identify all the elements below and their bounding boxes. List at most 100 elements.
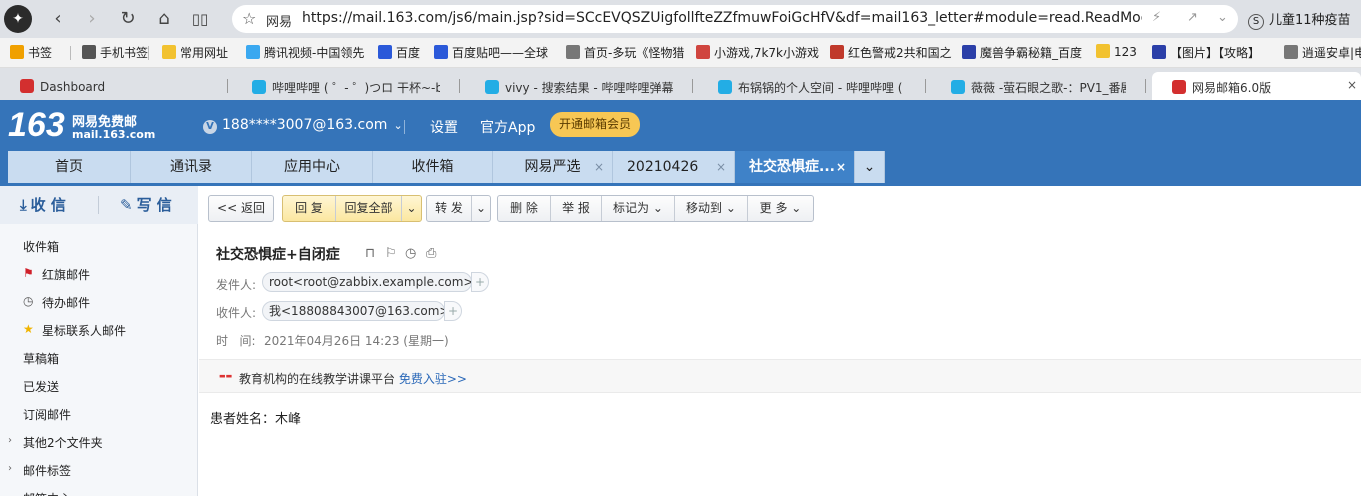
mail-tab-label: 应用中心 (284, 159, 340, 175)
expand-arrow-icon[interactable]: › (8, 463, 12, 474)
mail-tab[interactable]: 20210426 × (613, 151, 735, 184)
tab-favicon-icon (20, 79, 34, 93)
reply-dropdown-icon[interactable]: ⌄ (402, 196, 421, 221)
more-button[interactable]: 更 多 ⌄ (748, 196, 813, 221)
reply-all-button[interactable]: 回复全部 (336, 196, 401, 221)
mail-tab[interactable]: 收件箱 (373, 151, 493, 184)
mark-as-button[interactable]: 标记为 ⌄ (602, 196, 674, 221)
browser-tab[interactable]: 哔哩哔哩 ( ゜- ゜)つロ 干杯~-bilib (232, 72, 460, 100)
print-icon[interactable]: ⎙ (426, 246, 436, 261)
sidebar-item-label: 邮件标签 (23, 464, 72, 478)
add-recipient-icon[interactable]: + (444, 301, 462, 321)
browser-tab[interactable]: 网易邮箱6.0版 × (1152, 72, 1361, 100)
browser-tab[interactable]: 薇薇 -萤石眼之歌-：PV1_番剧_bil (931, 72, 1146, 100)
more-tabs-icon[interactable]: ⌄ (855, 151, 885, 184)
sender-chip[interactable]: root<root@zabbix.example.com> (262, 272, 473, 292)
ad-logo-icon: ▬▬ (219, 372, 233, 380)
add-sender-icon[interactable]: + (471, 272, 489, 292)
forward-button[interactable]: 转 发 (427, 196, 471, 221)
bookmark-item[interactable]: 腾讯视频-中国领先 (246, 44, 364, 61)
bookmark-item[interactable]: 魔兽争霸秘籍_百度 (962, 44, 1082, 61)
tab-favicon-icon (485, 80, 499, 94)
receive-button[interactable]: ⤓ 收 信 (20, 194, 66, 215)
mail-tab[interactable]: 应用中心 (252, 151, 373, 184)
ad-link[interactable]: 免费入驻>> (399, 372, 467, 386)
sidebar-item[interactable]: 已发送 (23, 378, 59, 395)
tab-label: 薇薇 -萤石眼之歌-：PV1_番剧_bil (971, 81, 1126, 95)
bookmark-item[interactable]: 百度贴吧——全球 (434, 44, 548, 61)
close-tab-icon[interactable]: × (836, 151, 846, 184)
compose-button[interactable]: ✎ 写 信 (120, 194, 172, 215)
browser-tab[interactable]: 布锅锅的个人空间 - 哔哩哔哩 ( ゜ (698, 72, 926, 100)
bookmark-item[interactable]: 常用网址 (162, 44, 228, 61)
tab-favicon-icon (1172, 80, 1186, 94)
bookmark-item[interactable]: 小游戏,7k7k小游戏 (696, 44, 819, 61)
search-shortcut-text: 儿童11种疫苗 (1269, 13, 1351, 28)
sidebar-item[interactable]: ⚑ 红旗邮件 (23, 266, 90, 283)
reader-icon[interactable]: ▯▯ (188, 7, 212, 31)
search-shortcut[interactable]: S 儿童11种疫苗 (1248, 9, 1351, 30)
settings-link[interactable]: 设置 (430, 117, 458, 137)
delete-button[interactable]: 删 除 (498, 196, 550, 221)
browser-tabs: Dashboard 哔哩哔哩 ( ゜- ゜)つロ 干杯~-bilib vivy - … (0, 68, 1361, 100)
sidebar-item[interactable]: 收件箱 (23, 238, 59, 255)
star-icon: ★ (23, 322, 34, 336)
lightning-icon[interactable]: ⚡ (1152, 10, 1161, 25)
dropdown-icon[interactable]: ⌄ (1217, 10, 1228, 25)
expand-arrow-icon[interactable]: › (8, 435, 12, 446)
browser-tab[interactable]: Dashboard (0, 72, 228, 100)
account-address: 188****3007@163.com (222, 117, 388, 133)
sidebar-item[interactable]: 邮件标签 (23, 462, 71, 479)
address-bar[interactable]: ☆ 网易 https://mail.163.com/js6/main.jsp?s… (232, 5, 1238, 33)
sidebar-item[interactable]: 订阅邮件 (23, 406, 71, 423)
mail-tab[interactable]: 网易严选 × (493, 151, 613, 184)
mail-tab[interactable]: 通讯录 (131, 151, 252, 184)
account-menu[interactable]: V 188****3007@163.com ⌄ (203, 117, 403, 134)
mail-tab[interactable]: 社交恐惧症... × (735, 151, 855, 184)
bookmark-icon[interactable]: ⊓ (365, 246, 375, 261)
mail-tab[interactable]: 首页 (8, 151, 131, 184)
bookmark-item[interactable]: 首页-多玩《怪物猎 (566, 44, 684, 61)
sidebar-item[interactable]: 邮箱中心 (23, 490, 71, 496)
forward-group: 转 发 ⌄ (426, 195, 491, 222)
bookmark-favicon-icon (696, 45, 710, 59)
official-app-link[interactable]: 官方App (480, 117, 535, 137)
close-tab-icon[interactable]: × (716, 151, 726, 184)
sidebar-item[interactable]: 其他2个文件夹 (23, 434, 103, 451)
browser-logo-icon[interactable]: ✦ (4, 5, 32, 33)
close-tab-icon[interactable]: × (594, 151, 604, 184)
bookmark-item[interactable]: 【图片】【攻略】 (1152, 44, 1260, 61)
browser-tab[interactable]: vivy - 搜索结果 - 哔哩哔哩弹幕视 (465, 72, 693, 100)
bookmark-item[interactable]: 逍遥安卓|电 (1284, 44, 1361, 61)
forward-icon[interactable]: › (80, 7, 104, 31)
url-text[interactable]: https://mail.163.com/js6/main.jsp?sid=SC… (302, 10, 1142, 26)
logo-number[interactable]: 163 (8, 106, 65, 145)
bookmark-item[interactable]: 书签 (10, 44, 52, 61)
bookmark-favicon-icon (566, 45, 580, 59)
move-to-button[interactable]: 移动到 ⌄ (675, 196, 747, 221)
bookmark-favicon-icon (1284, 45, 1298, 59)
bookmark-star-icon[interactable]: ☆ (242, 9, 256, 28)
recipient-chip[interactable]: 我<18808843007@163.com> (262, 301, 449, 321)
reply-button[interactable]: 回 复 (283, 196, 335, 221)
sidebar-item[interactable]: 草稿箱 (23, 350, 59, 367)
bookmark-item[interactable]: 手机书签 (82, 44, 148, 61)
back-icon[interactable]: ‹ (46, 7, 70, 31)
compose-label: 写 信 (136, 196, 172, 214)
bookmark-item[interactable]: 红色警戒2共和国之 (830, 44, 952, 61)
bookmark-item[interactable]: 123 (1096, 44, 1137, 59)
share-icon[interactable]: ↗ (1187, 10, 1198, 25)
vip-button[interactable]: 开通邮箱会员 (550, 112, 640, 137)
clock-icon[interactable]: ◷ (405, 246, 416, 261)
bookmark-item[interactable]: 百度 (378, 44, 420, 61)
tab-label: 哔哩哔哩 ( ゜- ゜)つロ 干杯~-bilib (272, 81, 440, 95)
forward-dropdown-icon[interactable]: ⌄ (472, 196, 490, 221)
reload-icon[interactable]: ↻ (116, 7, 140, 31)
sidebar-item[interactable]: ★ 星标联系人邮件 (23, 322, 126, 339)
flag-icon[interactable]: ⚐ (385, 246, 397, 261)
close-tab-icon[interactable]: × (1347, 78, 1357, 92)
back-button[interactable]: << 返回 (208, 195, 274, 222)
report-button[interactable]: 举 报 (551, 196, 601, 221)
home-icon[interactable]: ⌂ (152, 7, 176, 31)
sidebar-item[interactable]: ◷ 待办邮件 (23, 294, 90, 311)
